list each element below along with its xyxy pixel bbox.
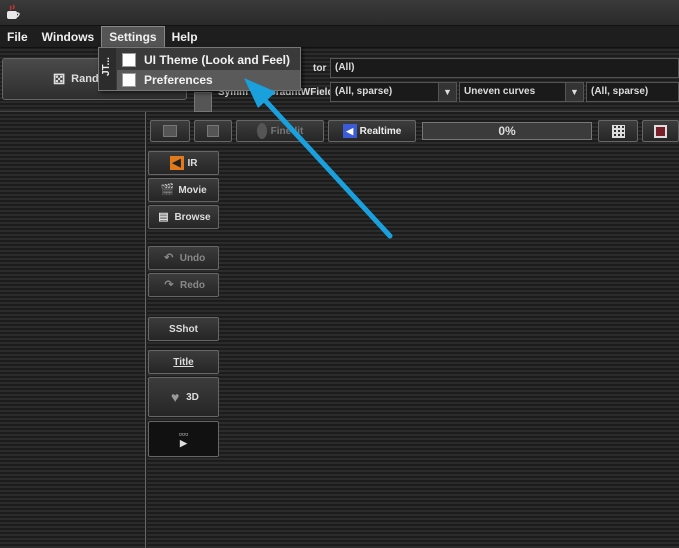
realtime-icon: ◀ [342,124,357,138]
redo-icon: ↷ [164,279,174,291]
browse-label: Browse [174,211,211,223]
menu-windows[interactable]: Windows [35,26,102,48]
dice-icon: ⚄ [53,70,66,87]
field-select-3-value: (All, sparse) [591,86,649,97]
left-panel [0,112,146,548]
player-button[interactable]: ▫▫▫ ▶ [148,421,219,457]
screenshot-label: SShot [169,323,198,335]
generator-label: tor [313,63,327,74]
3d-label: 3D [186,391,199,403]
realtime-label: Realtime [359,125,402,137]
progress-label: 0% [498,124,516,138]
ir-button[interactable]: ◀ IR [148,151,219,175]
3d-button[interactable]: ♥ 3D [148,377,219,417]
undo-button[interactable]: ↶ Undo [148,246,219,270]
browse-icon: ▤ [158,211,169,223]
frame-view-button[interactable] [642,120,679,142]
frame-icon [654,124,667,138]
checkbox-icon [122,53,136,67]
preferences-label: Preferences [144,73,213,87]
random-button-label: Rand [71,73,99,85]
field-select-2[interactable]: Uneven curves ▼ [459,82,584,102]
grid-view-button[interactable] [598,120,638,142]
redo-button[interactable]: ↷ Redo [148,273,219,297]
java-cup-icon [7,4,20,19]
chevron-down-icon[interactable]: ▼ [565,83,583,101]
finedit-label-tail: edit [285,125,304,137]
generator-field[interactable]: (All) [330,58,679,78]
browse-button[interactable]: ▤ Browse [148,205,219,229]
fin-icon [256,123,267,139]
generator-value: (All) [335,62,355,73]
menu-side-label: JT... [101,57,112,76]
menu-help[interactable]: Help [165,26,205,48]
finedit-label: Fin [270,125,286,137]
square-icon [207,125,219,137]
ui-theme-label: UI Theme (Look and Feel) [144,53,291,67]
field-select-1[interactable]: (All, sparse) ▼ [330,82,457,102]
menu-file[interactable]: File [0,26,35,48]
menu-bar: File Windows Settings Help [0,25,679,48]
realtime-button[interactable]: ◀ Realtime [328,120,416,142]
field-select-1-value: (All, sparse) [335,86,393,97]
field-select-2-value: Uneven curves [464,86,536,97]
speaker-icon: ◀ [169,156,184,170]
menu-item-ui-theme[interactable]: UI Theme (Look and Feel) [117,50,300,70]
play-icon: ▫▫▫ ▶ [178,429,189,448]
menu-settings[interactable]: Settings [101,25,165,48]
movie-button[interactable]: 🎬 Movie [148,178,219,202]
movie-label: Movie [178,184,207,196]
undo-icon: ↶ [164,252,174,264]
image-icon [163,125,177,137]
grid-icon [611,124,625,138]
panel-toggle-handle[interactable] [194,92,212,112]
checkbox-icon [122,73,136,87]
heart-icon: ♥ [170,389,180,405]
title-button[interactable]: Title [148,350,219,374]
field-select-3[interactable]: (All, sparse) [586,82,679,102]
menu-item-preferences[interactable]: Preferences [117,70,300,90]
toolbar-button-1[interactable] [150,120,190,142]
undo-label: Undo [179,252,206,264]
redo-label: Redo [180,279,205,291]
toolbar-button-2[interactable] [194,120,232,142]
clapperboard-icon: 🎬 [160,184,175,196]
title-label: Title [173,356,194,368]
screenshot-button[interactable]: SShot [148,317,219,341]
finedit-button[interactable]: Fin edit [236,120,324,142]
main-canvas[interactable] [147,112,679,548]
chevron-down-icon[interactable]: ▼ [438,83,456,101]
menu-side-strip: JT... [99,48,116,90]
toolbar: Fin edit ◀ Realtime 0% [147,118,679,144]
title-bar [0,0,679,26]
ir-label: IR [187,157,198,169]
progress-bar: 0% [422,122,592,140]
settings-dropdown: JT... UI Theme (Look and Feel) Preferenc… [98,47,301,91]
